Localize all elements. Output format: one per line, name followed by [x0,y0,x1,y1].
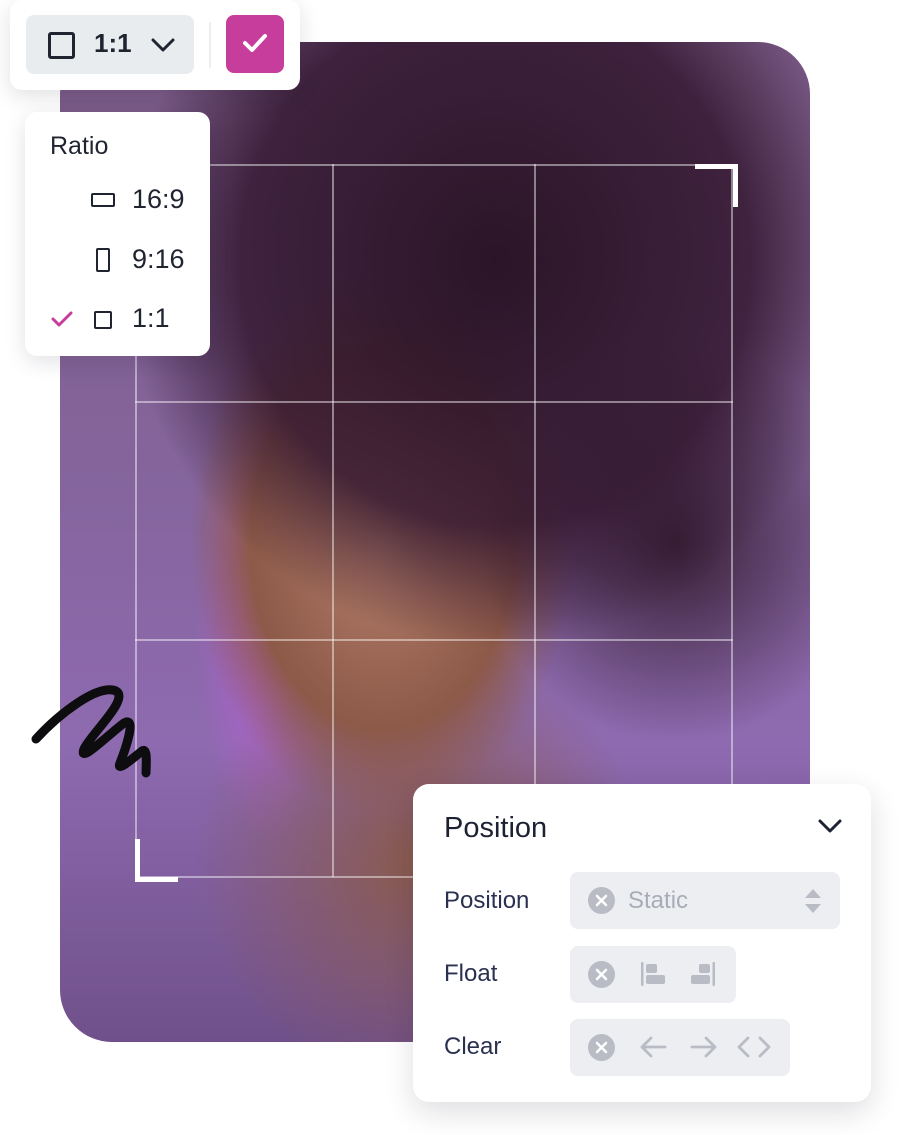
ratio-dropdown-title: Ratio [50,132,109,160]
code-both-icon[interactable] [736,1035,772,1059]
crop-handle-top-right[interactable] [695,164,738,207]
clear-x-icon[interactable] [588,961,615,988]
square-ratio-icon [94,311,112,329]
arrow-right-icon[interactable] [689,1035,719,1059]
crop-grid-line [135,164,733,166]
crop-grid-line [135,401,733,403]
position-select[interactable]: Static [570,872,840,929]
ratio-option-16-9[interactable]: 16:9 [25,174,210,226]
check-icon [243,34,267,52]
ratio-option-1-1[interactable]: 1:1 [25,293,210,345]
ratio-option-label: 16:9 [132,184,185,214]
clear-control [570,1019,790,1076]
check-icon [51,311,73,327]
ratio-select-value: 1:1 [94,28,132,58]
clear-x-icon[interactable] [588,1034,615,1061]
crop-toolbar: 1:1 [10,0,300,90]
clear-x-icon[interactable] [588,887,615,914]
position-select-value: Static [628,887,689,914]
float-control [570,946,736,1003]
crop-grid-line [135,639,733,641]
crop-grid-line [731,164,733,877]
landscape-ratio-icon [91,193,115,207]
crop-handle-bottom-left[interactable] [135,839,178,882]
float-right-icon[interactable] [689,960,717,988]
chevron-down-icon [151,38,175,52]
ratio-option-9-16[interactable]: 9:16 [25,234,210,286]
scribble-decoration [31,685,151,778]
float-left-icon[interactable] [639,960,667,988]
clear-row-label: Clear [444,1033,502,1060]
crop-grid-line [534,164,536,877]
chevron-down-icon[interactable] [817,818,843,834]
up-down-arrows-icon [805,889,821,913]
portrait-ratio-icon [96,248,110,272]
position-panel-title: Position [444,812,548,844]
square-icon [48,32,75,59]
ratio-option-label: 9:16 [132,244,185,274]
ratio-select[interactable]: 1:1 [26,15,194,74]
crop-grid-line [332,164,334,877]
float-row-label: Float [444,960,498,987]
ratio-dropdown: Ratio 16:9 9:16 1:1 [25,112,210,356]
toolbar-divider [209,22,211,68]
ratio-option-label: 1:1 [132,303,170,333]
confirm-crop-button[interactable] [226,15,284,73]
position-row-label: Position [444,887,530,914]
arrow-left-icon[interactable] [638,1035,668,1059]
position-panel: Position Position Static Float Clear [413,784,871,1102]
